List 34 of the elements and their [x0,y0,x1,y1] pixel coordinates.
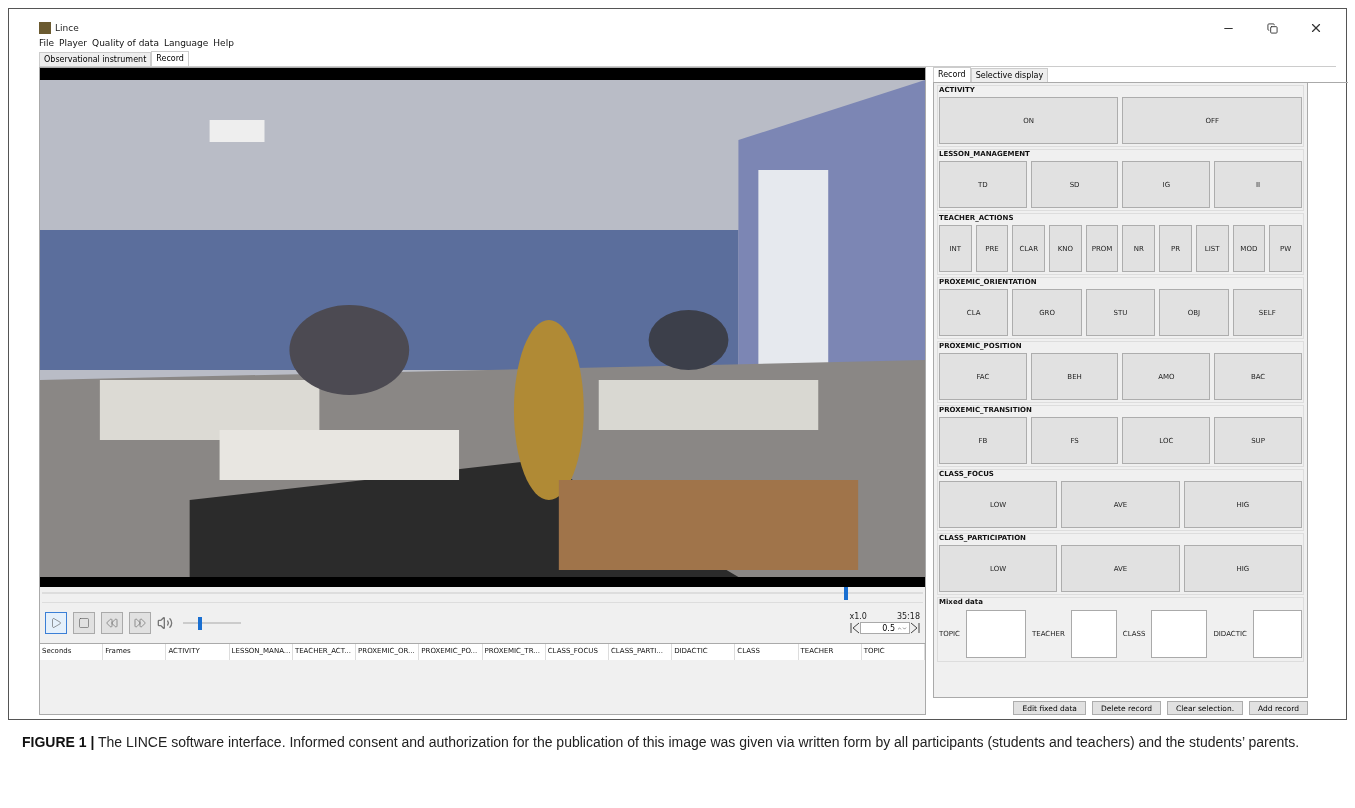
figure-caption: FIGURE 1 | The LINCE software interface. Informed consent and authorization for the publication of this image was given via written form by all participants (students and teachers) and the students’ parents. [22,733,1301,752]
skip-back-icon[interactable] [850,622,860,634]
close-icon[interactable] [1309,21,1323,35]
time-label: 35:18 [896,612,920,621]
tab[interactable]: Record [933,67,971,82]
play-button[interactable] [45,612,67,634]
restore-icon[interactable] [1266,22,1278,34]
tab[interactable]: Observational instrument [39,52,152,66]
step-field[interactable]: 0.5 [860,622,910,634]
forward-button[interactable] [129,612,151,634]
stop-button[interactable] [73,612,95,634]
menu-item[interactable]: Help [213,38,234,48]
play-icon [50,617,62,629]
menu-item[interactable]: Language [163,38,209,48]
window-title: Lince [55,23,79,33]
rewind-button[interactable] [101,612,123,634]
stop-icon [78,617,90,629]
input-field[interactable] [1070,610,1117,658]
forward-icon [134,617,146,629]
rewind-icon [106,617,118,629]
tab[interactable]: Record [151,51,189,66]
speed-label: x1.0 [849,612,867,621]
seek-handle[interactable] [843,587,848,600]
app-logo-icon [39,22,51,34]
volume-icon[interactable] [157,615,173,631]
input-field[interactable] [1151,610,1208,658]
menu-item[interactable]: File [39,38,55,48]
menu-item[interactable]: Player [59,38,88,48]
input-field[interactable] [965,610,1026,658]
skip-forward-icon[interactable] [910,622,920,634]
input-field[interactable] [1252,610,1302,658]
tab[interactable]: Selective display [970,68,1049,82]
volume-handle[interactable] [197,616,202,630]
menu-item[interactable]: Quality of data [92,38,159,48]
